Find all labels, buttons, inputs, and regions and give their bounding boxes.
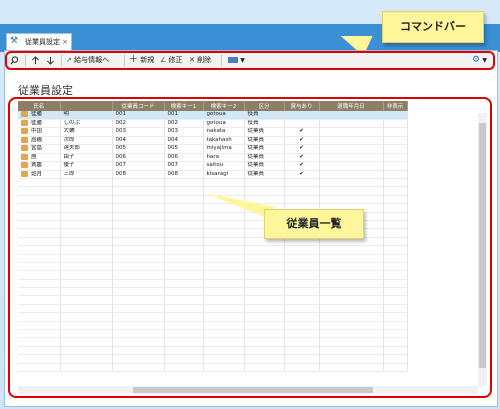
command-bar-highlight [5, 51, 495, 70]
tab-label: 従業員設定 [25, 38, 60, 46]
employee-list-highlight [8, 97, 492, 398]
employee-list-callout: 従業員一覧 [264, 209, 364, 239]
tab-employee-settings[interactable]: ⚒ 従業員設定 × [6, 33, 72, 50]
close-icon[interactable]: × [62, 34, 68, 50]
tools-icon: ⚒ [10, 36, 19, 46]
command-bar-callout: コマンドバー [382, 11, 484, 43]
page-title: 従業員設定 [18, 84, 73, 97]
